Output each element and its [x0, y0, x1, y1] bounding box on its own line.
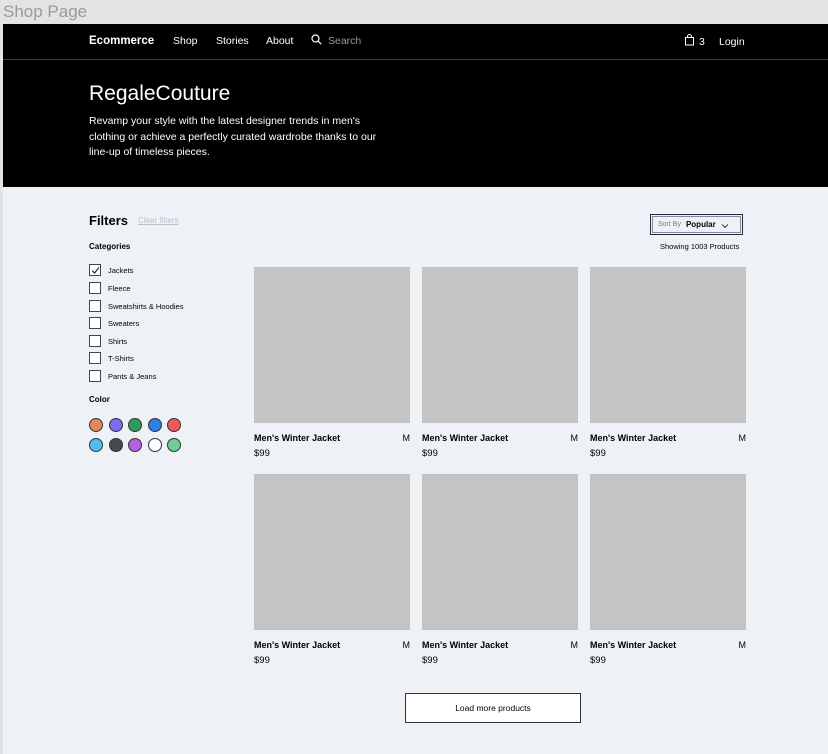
product-size: M	[402, 640, 411, 650]
product-image[interactable]	[254, 474, 410, 630]
search-bar	[311, 34, 408, 48]
checkbox[interactable]	[89, 370, 101, 382]
window-title: Shop Page	[3, 2, 88, 21]
color-swatch[interactable]	[108, 438, 123, 452]
product-card: Men's Winter Jacket M $99	[254, 474, 410, 666]
product-card: Men's Winter Jacket M $99	[422, 474, 578, 666]
search-input[interactable]	[328, 35, 408, 47]
category-pants-jeans[interactable]: Pants & Jeans	[89, 370, 156, 382]
product-image[interactable]	[422, 474, 578, 630]
color-swatch[interactable]	[89, 438, 103, 452]
product-name[interactable]: Men's Winter Jacket	[254, 640, 340, 650]
product-image[interactable]	[422, 267, 578, 423]
category-label: Pants & Jeans	[108, 371, 157, 381]
product-image[interactable]	[590, 267, 746, 423]
product-name[interactable]: Men's Winter Jacket	[422, 640, 508, 650]
color-swatch[interactable]	[108, 418, 123, 432]
cart-count: 3	[699, 35, 705, 48]
category-fleece[interactable]: Fleece	[89, 282, 131, 294]
sort-label: Sort By	[658, 221, 681, 228]
nav-link-about[interactable]: About	[266, 35, 293, 47]
brand-logo[interactable]: Ecommerce	[89, 35, 154, 47]
shopping-bag-icon	[684, 34, 695, 49]
results-count: Showing 1003 Products	[660, 242, 740, 251]
product-card: Men's Winter Jacket M $99	[590, 474, 746, 666]
top-nav: Ecommerce Shop Stories About 3 Login	[3, 24, 828, 60]
product-price: $99	[422, 448, 438, 459]
product-size: M	[570, 640, 579, 650]
color-swatch[interactable]	[167, 438, 181, 452]
product-size: M	[402, 433, 411, 443]
checkbox-checked[interactable]	[89, 264, 101, 276]
page-frame: Ecommerce Shop Stories About 3 Login Reg…	[3, 24, 828, 754]
product-name[interactable]: Men's Winter Jacket	[590, 640, 676, 650]
search-icon[interactable]	[311, 34, 322, 48]
sort-value: Popular	[685, 220, 716, 229]
product-name[interactable]: Men's Winter Jacket	[590, 433, 676, 443]
chevron-down-icon	[721, 216, 729, 234]
category-jackets[interactable]: Jackets	[89, 264, 133, 276]
category-t-shirts[interactable]: T-Shirts	[89, 352, 134, 364]
product-size: M	[738, 433, 747, 443]
category-label: Sweaters	[108, 318, 140, 328]
login-link[interactable]: Login	[719, 36, 745, 48]
product-image[interactable]	[254, 267, 410, 423]
checkbox[interactable]	[89, 282, 101, 294]
category-sweaters[interactable]: Sweaters	[89, 317, 139, 329]
category-label: Sweatshirts & Hoodies	[108, 301, 184, 311]
checkmark-icon	[91, 266, 99, 274]
categories-title: Categories	[89, 242, 131, 251]
checkbox[interactable]	[89, 352, 101, 364]
clear-filters-link[interactable]: Clear filters	[138, 216, 178, 225]
product-size: M	[570, 433, 579, 443]
load-more-button[interactable]: Load more products	[405, 693, 581, 723]
filters-title: Filters	[89, 213, 129, 228]
product-name[interactable]: Men's Winter Jacket	[254, 433, 340, 443]
category-label: T-Shirts	[108, 353, 134, 363]
color-swatch[interactable]	[128, 418, 142, 432]
nav-link-shop[interactable]: Shop	[173, 35, 198, 47]
nav-link-stories[interactable]: Stories	[216, 35, 249, 47]
category-shirts[interactable]: Shirts	[89, 335, 127, 347]
product-price: $99	[422, 655, 438, 666]
hero-banner: RegaleCouture Revamp your style with the…	[3, 60, 828, 187]
product-card: Men's Winter Jacket M $99	[422, 267, 578, 459]
product-price: $99	[590, 655, 606, 666]
product-card: Men's Winter Jacket M $99	[590, 267, 746, 459]
category-sweatshirts-hoodies[interactable]: Sweatshirts & Hoodies	[89, 300, 183, 312]
product-card: Men's Winter Jacket M $99	[254, 267, 410, 459]
cart-button[interactable]: 3	[684, 34, 705, 49]
hero-title: RegaleCouture	[89, 82, 231, 105]
category-label: Jackets	[108, 265, 134, 275]
product-name[interactable]: Men's Winter Jacket	[422, 433, 508, 443]
color-swatch[interactable]	[89, 418, 103, 432]
checkbox[interactable]	[89, 317, 101, 329]
product-price: $99	[254, 655, 270, 666]
product-price: $99	[254, 448, 270, 459]
color-title: Color	[89, 395, 110, 404]
product-image[interactable]	[590, 474, 746, 630]
sort-dropdown[interactable]: Sort By Popular	[650, 214, 743, 235]
category-label: Shirts	[108, 336, 128, 346]
color-swatch[interactable]	[147, 438, 162, 452]
checkbox[interactable]	[89, 300, 101, 312]
product-price: $99	[590, 448, 606, 459]
category-label: Fleece	[108, 283, 131, 293]
checkbox[interactable]	[89, 335, 101, 347]
color-swatch[interactable]	[167, 418, 181, 432]
product-size: M	[738, 640, 747, 650]
hero-description: Revamp your style with the latest design…	[89, 115, 377, 158]
color-swatch[interactable]	[147, 418, 162, 432]
color-swatch[interactable]	[128, 438, 142, 452]
